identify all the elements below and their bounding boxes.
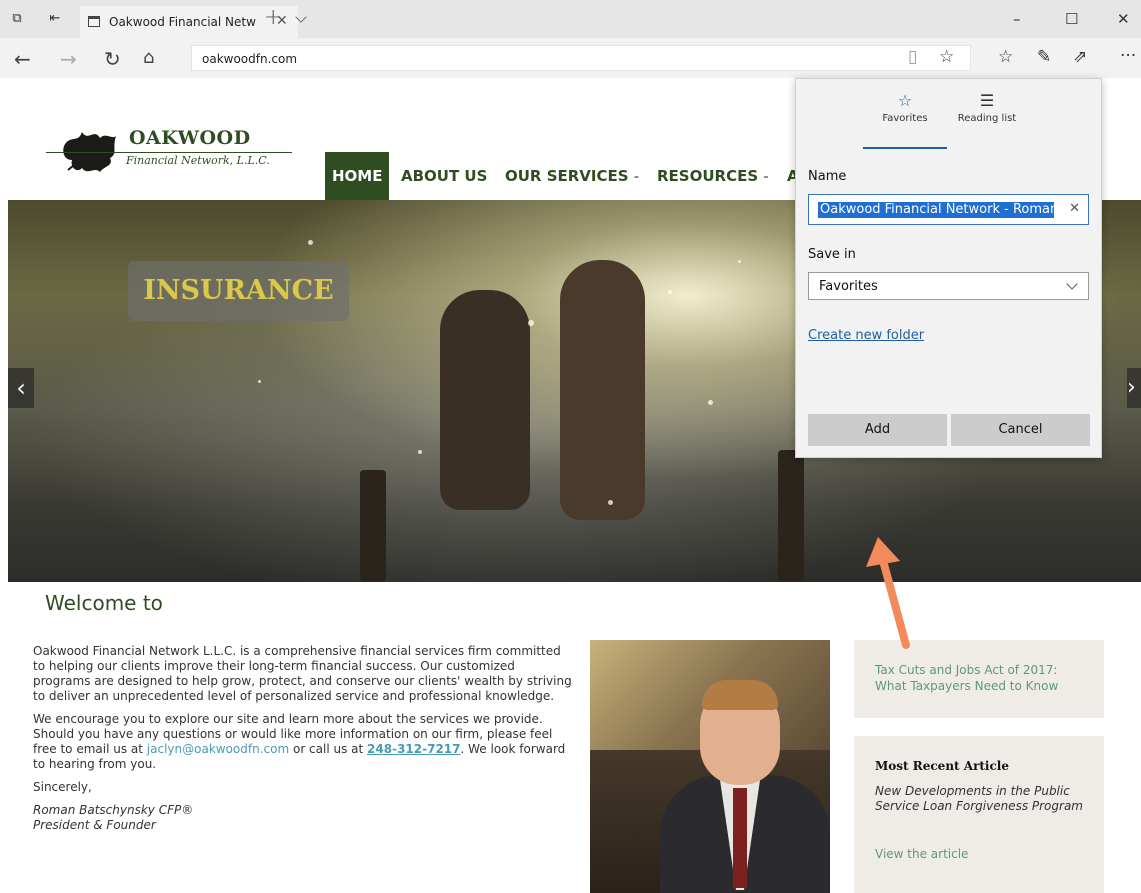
reading-list-icon: ☰ <box>979 91 995 110</box>
add-button[interactable]: Add <box>808 414 947 446</box>
photo-hair <box>702 680 778 710</box>
close-window-button[interactable]: ✕ <box>1117 10 1130 28</box>
logo-rule <box>46 152 292 153</box>
recent-article-title: New Developments in the Public Service L… <box>875 784 1083 813</box>
water-splash <box>708 400 713 405</box>
add-favorite-flyout: ☆ Favorites ☰ Reading list Name Oakwood … <box>795 78 1102 458</box>
share-icon[interactable]: ⇗ <box>1073 47 1087 67</box>
new-tab-button[interactable]: + <box>264 5 282 30</box>
tab-favorites-label: Favorites <box>882 113 928 124</box>
water-splash <box>668 290 672 294</box>
hero-figure-girl <box>560 260 645 520</box>
contact-paragraph: We encourage you to explore our site and… <box>33 712 573 772</box>
url-text: oakwoodfn.com <box>202 52 298 66</box>
tax-article-link[interactable]: Tax Cuts and Jobs Act of 2017: What Taxp… <box>875 662 1090 694</box>
clear-icon[interactable]: ✕ <box>1069 201 1080 216</box>
favorite-name-input[interactable]: Oakwood Financial Network - Roman ✕ <box>808 194 1089 225</box>
hero-dock-post <box>360 470 386 582</box>
recent-article-box: Most Recent Article New Developments in … <box>854 736 1104 893</box>
contact-text: or call us at <box>289 742 368 756</box>
water-splash <box>308 240 313 245</box>
reading-view-icon[interactable]: ▯ <box>908 47 917 67</box>
maximize-button[interactable]: ☐ <box>1065 10 1078 28</box>
url-field[interactable]: oakwoodfn.com <box>191 45 971 71</box>
intro-text: Oakwood Financial Network L.L.C. is a co… <box>33 644 573 841</box>
cancel-button[interactable]: Cancel <box>951 414 1090 446</box>
web-note-icon[interactable]: ✎ <box>1037 47 1051 67</box>
closing-text: Sincerely, <box>33 780 92 794</box>
slider-next-button[interactable]: › <box>1127 368 1141 408</box>
set-tabs-aside-icon[interactable]: ⇤ <box>46 10 64 28</box>
logo-name: OAKWOOD <box>129 127 251 149</box>
water-splash <box>418 450 422 454</box>
more-icon[interactable]: ··· <box>1120 46 1136 66</box>
hero-dock-post <box>778 450 804 582</box>
back-icon[interactable]: ← <box>14 47 31 71</box>
hero-figure-boy <box>440 290 530 510</box>
phone-link[interactable]: 248-312-7217 <box>367 742 460 756</box>
forward-icon[interactable]: → <box>60 47 77 71</box>
intro-paragraph: Oakwood Financial Network L.L.C. is a co… <box>33 644 572 703</box>
tab-favorites[interactable]: ☆ Favorites <box>865 91 945 124</box>
page-icon <box>88 16 100 27</box>
tab-reading-list-label: Reading list <box>957 113 1017 124</box>
water-splash <box>528 320 534 326</box>
nav-resources-label: RESOURCES <box>657 167 759 185</box>
star-icon: ☆ <box>897 91 913 110</box>
nav-caret-icon: - <box>763 170 769 185</box>
create-new-folder-link[interactable]: Create new folder <box>808 328 924 343</box>
chevron-down-icon <box>1066 278 1078 290</box>
logo-subtitle: Financial Network, L.L.C. <box>126 154 270 167</box>
hero-caption[interactable]: INSURANCE <box>128 261 349 321</box>
favorite-star-icon[interactable]: ☆ <box>939 47 954 67</box>
tab-preview-icon[interactable]: ⧉ <box>8 10 26 28</box>
refresh-icon[interactable]: ↻ <box>104 47 121 71</box>
save-in-dropdown[interactable]: Favorites <box>808 272 1089 300</box>
signature: Roman Batschynsky CFP® President & Founde… <box>33 803 573 833</box>
water-splash <box>258 380 261 383</box>
callout-arrow-icon <box>866 537 910 649</box>
favorite-name-value: Oakwood Financial Network - Roman <box>818 202 1054 218</box>
slider-prev-button[interactable]: ‹ <box>8 368 34 408</box>
home-icon[interactable]: ⌂ <box>143 47 154 68</box>
favorites-hub-icon[interactable]: ☆ <box>998 47 1013 67</box>
water-splash <box>608 500 613 505</box>
active-tab-indicator <box>863 147 947 149</box>
nav-resources[interactable]: RESOURCES - <box>657 152 769 200</box>
oakwood-logo[interactable]: OAKWOOD Financial Network, L.L.C. <box>46 122 296 182</box>
signature-name: Roman Batschynsky CFP® <box>33 803 194 817</box>
tab-reading-list[interactable]: ☰ Reading list <box>947 91 1027 124</box>
nav-caret-icon: - <box>633 170 640 185</box>
welcome-heading: Welcome to <box>45 591 163 615</box>
tab-title: Oakwood Financial Netw <box>109 15 256 29</box>
photo-tie <box>733 788 747 888</box>
signature-title: President & Founder <box>33 818 156 832</box>
nav-about-us[interactable]: ABOUT US <box>401 152 487 200</box>
name-label: Name <box>808 169 847 184</box>
save-in-value: Favorites <box>819 279 878 294</box>
nav-home[interactable]: HOME <box>325 152 390 200</box>
nav-our-services[interactable]: OUR SERVICES - <box>505 152 639 200</box>
tab-bar: ⧉ ⇤ Oakwood Financial Netw ✕ + – ☐ ✕ <box>0 0 1141 38</box>
email-link[interactable]: jaclyn@oakwoodfn.com <box>147 742 289 756</box>
minimize-button[interactable]: – <box>1013 10 1021 28</box>
recent-article-heading: Most Recent Article <box>875 759 1009 773</box>
founder-photo <box>590 640 830 893</box>
view-article-link[interactable]: View the article <box>875 847 968 861</box>
address-bar: ← → ↻ ⌂ oakwoodfn.com ▯ ☆ ☆ ✎ ⇗ ··· <box>0 38 1141 78</box>
save-in-label: Save in <box>808 247 856 262</box>
water-splash <box>738 260 741 263</box>
nav-our-services-label: OUR SERVICES <box>505 167 629 185</box>
